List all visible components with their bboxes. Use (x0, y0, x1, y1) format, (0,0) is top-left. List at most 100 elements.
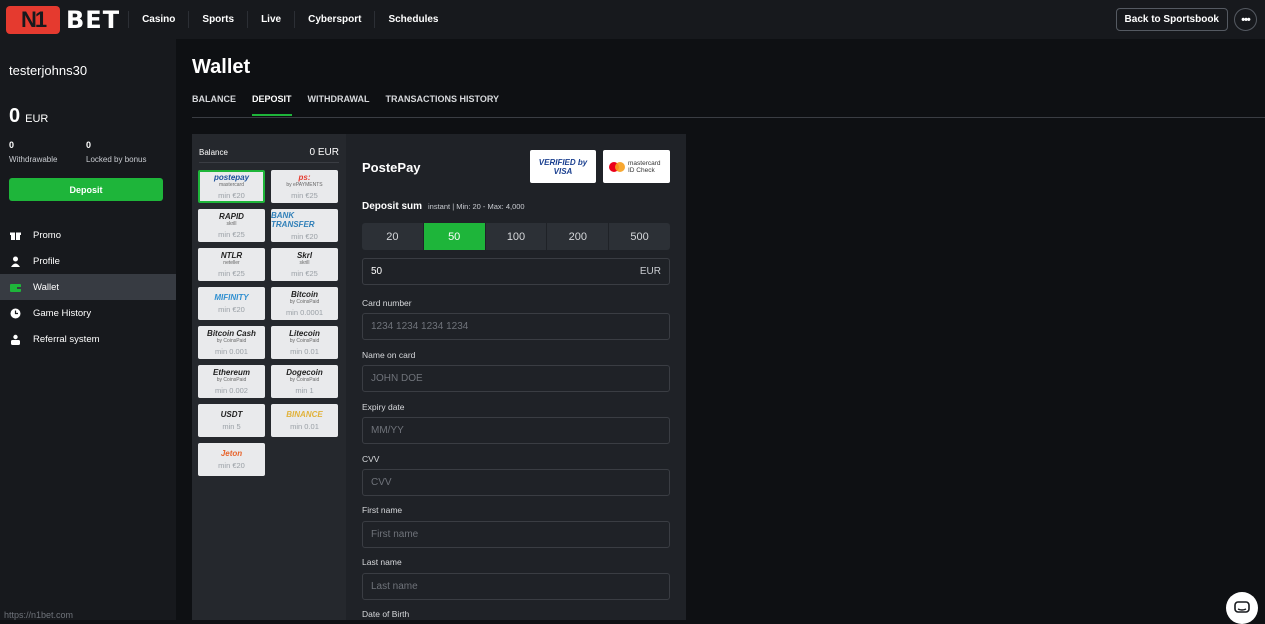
payment-methods-panel: Balance 0 EUR postepay mastercard min €20 p… (192, 134, 346, 620)
sidebar-item-profile[interactable]: Profile (0, 248, 176, 274)
methods-balance-value: 0 EUR (309, 147, 339, 158)
payment-method-min: min €25 (291, 269, 318, 278)
amount-preset-button[interactable]: 200 (547, 223, 610, 250)
sidebar: testerjohns30 0 EUR 0 Withdrawable 0 Loc… (0, 39, 176, 620)
payment-method-card[interactable]: USDT min 5 (198, 404, 265, 437)
payment-method-min: min €25 (218, 269, 245, 278)
withdrawable-label: Withdrawable (9, 155, 58, 164)
balance-value: 0 (9, 105, 21, 127)
wallet-icon (10, 282, 21, 293)
card-number-input[interactable]: 1234 1234 1234 1234 (362, 313, 670, 340)
nav-cybersport[interactable]: Cybersport (294, 11, 374, 28)
payment-method-card[interactable]: RAPID skrill min €25 (198, 209, 265, 242)
payment-method-sublabel: skrill (226, 221, 237, 227)
sidebar-item-promo[interactable]: Promo (0, 222, 176, 248)
mastercard-badge-text: mastercard ID Check (628, 159, 661, 174)
payment-method-sublabel: mastercard (218, 182, 244, 188)
tab-withdrawal[interactable]: WITHDRAWAL (308, 94, 370, 116)
payment-method-card[interactable]: Jeton min €20 (198, 443, 265, 476)
nav-live[interactable]: Live (247, 11, 294, 28)
locked-label: Locked by bonus (86, 155, 147, 164)
chat-icon[interactable] (1226, 592, 1258, 624)
sidebar-item-referral[interactable]: Referral system (0, 326, 176, 352)
amount-preset-button[interactable]: 20 (362, 223, 424, 250)
expiry-date-input[interactable]: MM/YY (362, 417, 670, 444)
payment-method-card[interactable]: Litecoin by CoinsPaid min 0.01 (271, 326, 338, 359)
card-number-label: Card number (362, 298, 412, 308)
deposit-form: PostePay VERIFIED by VISA mastercard ID … (346, 134, 686, 620)
last-name-input[interactable]: Last name (362, 573, 670, 600)
payment-method-logo: Dogecoin (286, 368, 323, 377)
payment-method-card[interactable]: BINANCE min 0.01 (271, 404, 338, 437)
amount-preset-button[interactable]: 500 (609, 223, 670, 250)
payment-method-min: min 0.0001 (285, 308, 324, 317)
tab-balance[interactable]: BALANCE (192, 94, 236, 116)
payment-method-card[interactable]: Dogecoin by CoinsPaid min 1 (271, 365, 338, 398)
payment-method-logo: ps: (298, 173, 311, 182)
page-title: Wallet (192, 56, 251, 78)
sidebar-item-wallet[interactable]: Wallet (0, 274, 176, 300)
name-on-card-input[interactable]: JOHN DOE (362, 365, 670, 392)
cvv-label: CVV (362, 454, 380, 464)
payment-method-sublabel: by CoinsPaid (216, 338, 247, 344)
tab-transactions-history[interactable]: TRANSACTIONS HISTORY (386, 94, 500, 116)
top-right-actions: Back to Sportsbook ••• (1115, 8, 1257, 31)
mastercard-id-check-badge: mastercard ID Check (603, 150, 670, 183)
nav-schedules[interactable]: Schedules (374, 11, 451, 28)
withdrawable-block: 0 Withdrawable (9, 140, 57, 164)
mastercard-logo-icon (609, 161, 625, 172)
nav-casino[interactable]: Casino (128, 11, 188, 28)
locked-block: 0 Locked by bonus (86, 140, 147, 164)
payment-method-logo: BANK TRANSFER (271, 210, 315, 229)
payment-method-min: min €25 (218, 230, 245, 239)
payment-method-sublabel: by CoinsPaid (289, 377, 320, 383)
sidebar-item-label: Referral system (33, 333, 100, 345)
amount-input-currency: EUR (639, 266, 661, 277)
payment-method-sublabel: neteller (223, 260, 240, 266)
back-to-sportsbook-button[interactable]: Back to Sportsbook (1115, 8, 1228, 31)
payment-method-card[interactable]: BANK TRANSFER min €20 (271, 209, 338, 242)
methods-balance-label: Balance (199, 148, 228, 157)
deposit-sum-info: instant | Min: 20 - Max: 4,000 (428, 202, 525, 211)
methods-balance: Balance 0 EUR (199, 143, 339, 163)
payment-method-logo: Ethereum (213, 368, 250, 377)
payment-method-logo: Litecoin (289, 329, 320, 338)
first-name-label: First name (362, 505, 403, 515)
tab-deposit[interactable]: DEPOSIT (252, 94, 292, 116)
payment-method-logo: BINANCE (286, 410, 323, 419)
balance-display: 0 EUR (9, 105, 48, 128)
payment-method-min: min 0.01 (290, 422, 319, 431)
payment-method-card[interactable]: Bitcoin by CoinsPaid min 0.0001 (271, 287, 338, 320)
nav-sports[interactable]: Sports (188, 11, 247, 28)
payment-method-min: min 0.001 (215, 347, 248, 356)
locked-value: 0 (86, 140, 92, 150)
payment-method-card[interactable]: ps: by ePAYMENTS min €25 (271, 170, 338, 203)
cvv-input[interactable]: CVV (362, 469, 670, 496)
payment-method-min: min €25 (291, 191, 318, 200)
amount-input-value: 50 (371, 266, 383, 277)
sidebar-item-label: Profile (33, 255, 60, 267)
payment-method-min: min 5 (222, 422, 241, 431)
payment-method-logo: MIFINITY (214, 293, 249, 302)
payment-method-card[interactable]: Ethereum by CoinsPaid min 0.002 (198, 365, 265, 398)
payment-method-card[interactable]: Skrl skrill min €25 (271, 248, 338, 281)
expiry-date-label: Expiry date (362, 402, 405, 412)
payment-method-card[interactable]: MIFINITY min €20 (198, 287, 265, 320)
payment-method-sublabel: by CoinsPaid (289, 338, 320, 344)
deposit-button[interactable]: Deposit (9, 178, 163, 201)
date-of-birth-label: Date of Birth (362, 609, 410, 619)
visa-badge-text: VERIFIED by VISA (538, 157, 588, 176)
payment-method-card[interactable]: postepay mastercard min €20 (198, 170, 265, 203)
first-name-input[interactable]: First name (362, 521, 670, 548)
last-name-label: Last name (362, 557, 402, 567)
sidebar-item-game-history[interactable]: Game History (0, 300, 176, 326)
logo[interactable]: N1 BET (6, 0, 120, 39)
more-icon[interactable]: ••• (1234, 8, 1257, 31)
amount-input[interactable]: 50 EUR (362, 258, 670, 285)
amount-preset-button[interactable]: 100 (486, 223, 548, 250)
payment-method-card[interactable]: Bitcoin Cash by CoinsPaid min 0.001 (198, 326, 265, 359)
logo-mark: N1 (6, 5, 60, 34)
payment-method-card[interactable]: NTLR neteller min €25 (198, 248, 265, 281)
amount-preset-button[interactable]: 50 (423, 223, 486, 250)
payment-method-logo: Bitcoin Cash (207, 329, 256, 338)
